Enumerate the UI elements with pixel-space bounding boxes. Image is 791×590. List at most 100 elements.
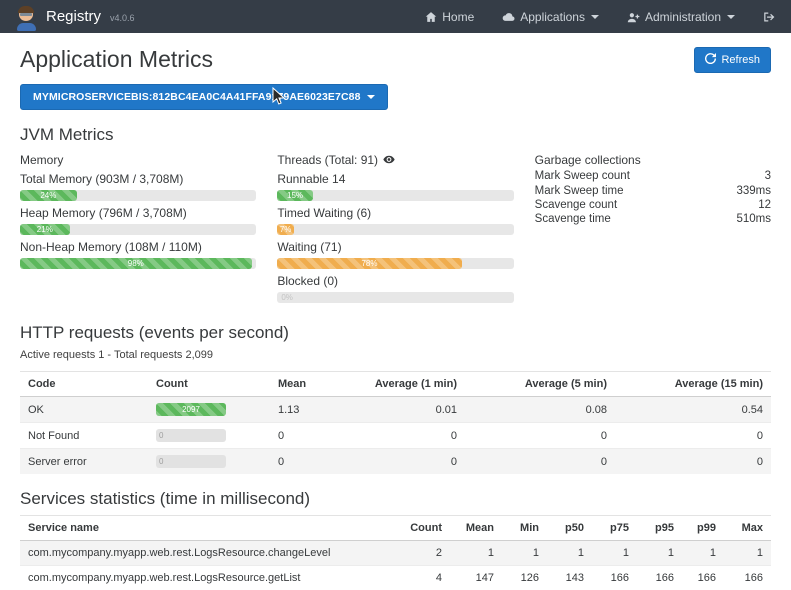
jvm-metrics-heading: JVM Metrics	[20, 125, 771, 145]
gc-row: Scavenge count 12	[535, 198, 771, 212]
col-header-max: Max	[724, 516, 771, 541]
refresh-icon	[705, 53, 716, 67]
count-cell: 4	[395, 566, 450, 590]
avg5-cell: 0	[465, 423, 615, 449]
progress-value: 7%	[280, 225, 292, 234]
timed-waiting-label: Timed Waiting (6)	[277, 206, 513, 220]
gc-label: Scavenge time	[535, 213, 611, 225]
instance-id: MYMICROSERVICEBIS:812BC4EA0C4A41FFA9179A…	[33, 91, 361, 103]
col-header-avg1: Average (1 min)	[355, 372, 465, 397]
brand-version: v4.0.6	[110, 13, 135, 23]
timed-waiting-progressbar: 7%	[277, 224, 513, 235]
nonheap-memory-progressbar: 98%	[20, 258, 256, 269]
col-header-p95: p95	[637, 516, 682, 541]
total-memory-progressbar: 24%	[20, 190, 256, 201]
total-memory-label: Total Memory (903M / 3,708M)	[20, 172, 256, 186]
mean-cell: 1.13	[270, 397, 355, 423]
gc-label: Mark Sweep time	[535, 185, 624, 197]
avg5-cell: 0	[465, 449, 615, 475]
user-plus-icon	[627, 11, 640, 23]
avg5-cell: 0.08	[465, 397, 615, 423]
nav-applications[interactable]: Applications	[502, 10, 599, 24]
heap-memory-label: Heap Memory (796M / 3,708M)	[20, 206, 256, 220]
nonheap-memory-label: Non-Heap Memory (108M / 110M)	[20, 240, 256, 254]
refresh-label: Refresh	[721, 54, 760, 66]
nav-administration-label: Administration	[645, 10, 721, 24]
brand-title: Registry	[46, 8, 101, 25]
threads-title: Threads (Total: 91)	[277, 153, 378, 167]
table-row-not-found: Not Found 0 0 0 0 0	[20, 423, 771, 449]
nav-home[interactable]: Home	[425, 10, 474, 24]
instance-selector-dropdown[interactable]: MYMICROSERVICEBIS:812BC4EA0C4A41FFA9179A…	[20, 84, 388, 110]
chevron-down-icon	[727, 15, 735, 23]
memory-title: Memory	[20, 153, 256, 167]
col-header-p75: p75	[592, 516, 637, 541]
p99-cell: 166	[682, 566, 724, 590]
eye-icon[interactable]	[383, 153, 395, 167]
progress-value: 21%	[37, 225, 53, 234]
min-cell: 126	[502, 566, 547, 590]
col-header-code: Code	[20, 372, 148, 397]
blocked-progressbar: 0%	[277, 292, 513, 303]
http-requests-subtitle: Active requests 1 - Total requests 2,099	[20, 349, 771, 361]
p75-cell: 166	[592, 566, 637, 590]
waiting-progressbar: 78%	[277, 258, 513, 269]
http-requests-heading: HTTP requests (events per second)	[20, 323, 771, 343]
progress-value: 98%	[128, 259, 144, 268]
nav-signout[interactable]	[763, 11, 776, 23]
p50-cell: 143	[547, 566, 592, 590]
count-progressbar: 2097	[156, 403, 226, 416]
memory-column: Memory Total Memory (903M / 3,708M) 24% …	[20, 153, 256, 308]
col-header-p99: p99	[682, 516, 724, 541]
service-name-cell: com.mycompany.myapp.web.rest.LogsResourc…	[20, 541, 395, 566]
page-title: Application Metrics	[20, 46, 213, 73]
count-cell: 2	[395, 541, 450, 566]
waiting-label: Waiting (71)	[277, 240, 513, 254]
count-cell: 2097	[148, 397, 270, 423]
mean-cell: 0	[270, 449, 355, 475]
nav-home-label: Home	[442, 10, 474, 24]
mean-cell: 147	[450, 566, 502, 590]
top-navbar: Registry v4.0.6 Home Applications Admini…	[0, 0, 791, 33]
progress-value: 24%	[40, 191, 56, 200]
http-requests-table: Code Count Mean Average (1 min) Average …	[20, 371, 771, 474]
avg1-cell: 0.01	[355, 397, 465, 423]
col-header-min: Min	[502, 516, 547, 541]
gc-value: 12	[758, 199, 771, 211]
p75-cell: 1	[592, 541, 637, 566]
home-icon	[425, 11, 437, 23]
progress-value: 0	[159, 431, 163, 440]
chevron-down-icon	[591, 15, 599, 23]
runnable-progressbar: 15%	[277, 190, 513, 201]
services-statistics-table: Service name Count Mean Min p50 p75 p95 …	[20, 515, 771, 590]
max-cell: 1	[724, 541, 771, 566]
col-header-mean: Mean	[450, 516, 502, 541]
gc-value: 510ms	[736, 213, 771, 225]
brand-group[interactable]: Registry v4.0.6	[15, 2, 135, 31]
col-header-count: Count	[395, 516, 450, 541]
avg15-cell: 0.54	[615, 397, 771, 423]
gc-row: Mark Sweep count 3	[535, 169, 771, 183]
code-cell: OK	[20, 397, 148, 423]
chevron-down-icon	[367, 95, 375, 103]
gc-column: Garbage collections Mark Sweep count 3 M…	[535, 153, 771, 308]
col-header-p50: p50	[547, 516, 592, 541]
table-row-get-list: com.mycompany.myapp.web.rest.LogsResourc…	[20, 566, 771, 590]
mean-cell: 1	[450, 541, 502, 566]
nav-applications-label: Applications	[520, 10, 585, 24]
count-cell: 0	[148, 449, 270, 475]
progress-value: 78%	[361, 259, 377, 268]
nav-administration[interactable]: Administration	[627, 10, 735, 24]
refresh-button[interactable]: Refresh	[694, 47, 771, 73]
nav-menu: Home Applications Administration	[425, 10, 776, 24]
runnable-label: Runnable 14	[277, 172, 513, 186]
count-progressbar: 0	[156, 455, 226, 468]
code-cell: Server error	[20, 449, 148, 475]
p95-cell: 166	[637, 566, 682, 590]
progress-value: 15%	[287, 191, 303, 200]
code-cell: Not Found	[20, 423, 148, 449]
mean-cell: 0	[270, 423, 355, 449]
content-area: Application Metrics Refresh MYMICROSERVI…	[0, 46, 791, 590]
cloud-icon	[502, 11, 515, 23]
min-cell: 1	[502, 541, 547, 566]
